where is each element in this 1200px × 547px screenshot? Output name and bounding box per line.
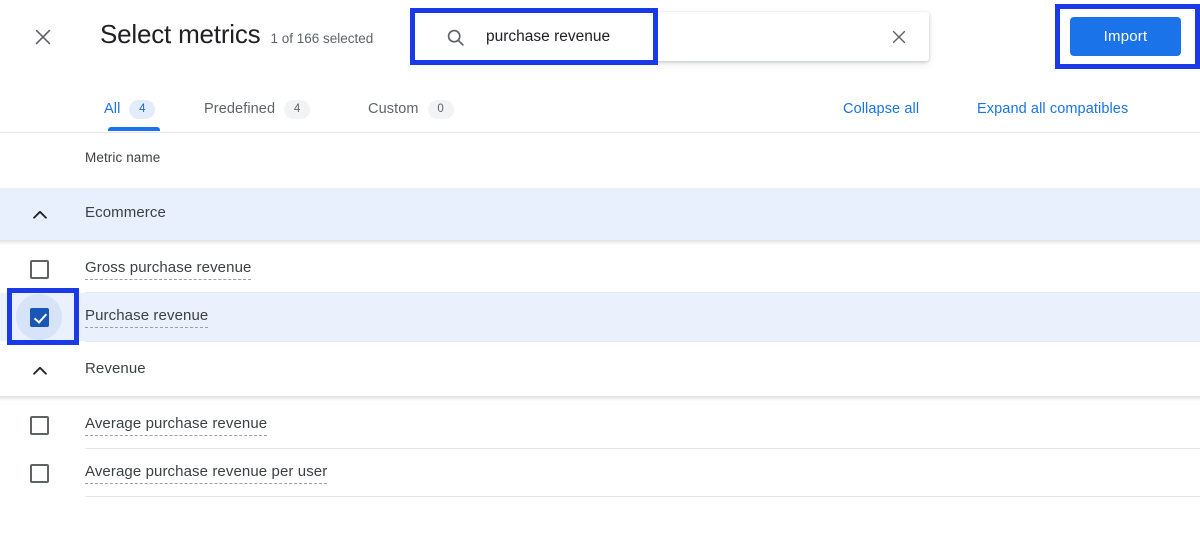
checkbox-purchase-revenue[interactable] (26, 304, 52, 330)
checkbox-box (29, 415, 49, 435)
search-field[interactable] (414, 12, 929, 61)
tab-all[interactable]: All 4 (104, 85, 156, 133)
row-separator (85, 496, 1200, 497)
tab-bar: All 4 Predefined 4 Custom 0 Collapse all… (0, 85, 1200, 133)
dialog-title-group: Select metrics 1 of 166 selected (100, 19, 373, 49)
column-header-metric-name: Metric name (85, 150, 161, 165)
chevron-up-icon (28, 359, 52, 383)
row-separator (85, 341, 1200, 342)
tab-all-badge: 4 (129, 99, 156, 119)
search-input[interactable] (486, 12, 886, 61)
close-dialog-button[interactable] (28, 22, 58, 52)
tab-predefined[interactable]: Predefined 4 (204, 85, 311, 133)
group-header-revenue[interactable]: Revenue (0, 344, 1200, 396)
import-button[interactable]: Import (1070, 17, 1181, 56)
page-title: Select metrics (100, 19, 261, 49)
metric-row-average-purchase-revenue[interactable]: Average purchase revenue (0, 401, 1200, 449)
checkbox-gross-purchase-revenue[interactable] (26, 256, 52, 282)
search-icon (443, 25, 467, 49)
table-column-header: Metric name (0, 133, 1200, 187)
metric-row-purchase-revenue[interactable]: Purchase revenue (0, 293, 1200, 341)
metric-label-purchase-revenue: Purchase revenue (85, 307, 209, 328)
chevron-up-icon (28, 203, 52, 227)
checkbox-box (29, 463, 49, 483)
selection-count-label: 1 of 166 selected (270, 31, 374, 46)
collapse-all-link[interactable]: Collapse all (843, 85, 919, 133)
tab-all-label: All (104, 101, 121, 117)
close-icon (32, 26, 54, 48)
checkbox-average-purchase-revenue[interactable] (26, 412, 52, 438)
tab-custom-badge: 0 (427, 99, 454, 119)
checkbox-box (29, 259, 49, 279)
metric-label-average-purchase-revenue: Average purchase revenue (85, 415, 268, 436)
group-name-revenue: Revenue (85, 360, 146, 377)
expand-all-compatibles-link[interactable]: Expand all compatibles (977, 85, 1128, 133)
group-name-ecommerce: Ecommerce (85, 204, 166, 221)
metric-label-average-purchase-revenue-per-user: Average purchase revenue per user (85, 463, 328, 484)
clear-search-button[interactable] (887, 25, 911, 49)
tab-predefined-label: Predefined (204, 101, 276, 117)
metric-label-gross-purchase-revenue: Gross purchase revenue (85, 259, 252, 280)
metric-row-average-purchase-revenue-per-user[interactable]: Average purchase revenue per user (0, 449, 1200, 497)
select-metrics-dialog: Select metrics 1 of 166 selected Import … (0, 0, 1200, 547)
checkbox-box-checked (29, 307, 49, 327)
tab-custom[interactable]: Custom 0 (368, 85, 454, 133)
metric-row-gross-purchase-revenue[interactable]: Gross purchase revenue (0, 245, 1200, 293)
tab-predefined-badge: 4 (284, 99, 311, 119)
dialog-header: Select metrics 1 of 166 selected Import (0, 0, 1200, 85)
group-header-ecommerce[interactable]: Ecommerce (0, 188, 1200, 240)
checkbox-average-purchase-revenue-per-user[interactable] (26, 460, 52, 486)
active-tab-indicator (108, 127, 160, 131)
tab-custom-label: Custom (368, 101, 419, 117)
